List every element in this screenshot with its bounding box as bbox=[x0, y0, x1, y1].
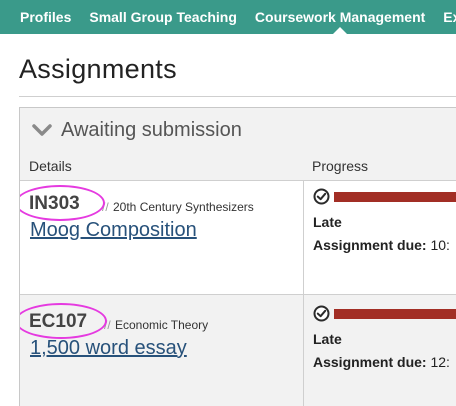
assignment-title-link[interactable]: Moog Composition bbox=[30, 219, 197, 242]
due-date: Assignment due: 10: bbox=[313, 237, 450, 253]
nav-item-exam[interactable]: Exam bbox=[434, 0, 456, 34]
assignment-row: IN303 // 20th Century Synthesizers Moog … bbox=[20, 181, 456, 295]
column-headers: Details Progress bbox=[20, 152, 456, 181]
title-divider bbox=[19, 96, 456, 97]
assignment-details: IN303 // 20th Century Synthesizers Moog … bbox=[20, 181, 303, 294]
due-label: Assignment due: bbox=[313, 237, 427, 253]
panel-title: Awaiting submission bbox=[61, 118, 242, 141]
assignment-progress: Late Assignment due: 12: bbox=[303, 295, 456, 406]
check-circle-icon bbox=[313, 188, 330, 205]
panel-header[interactable]: Awaiting submission bbox=[20, 108, 456, 152]
nav-item-small-group-teaching[interactable]: Small Group Teaching bbox=[80, 0, 246, 34]
progress-bar bbox=[334, 309, 456, 319]
assignment-row: EC107 // Economic Theory 1,500 word essa… bbox=[20, 295, 456, 406]
module-name: 20th Century Synthesizers bbox=[113, 200, 254, 214]
status-text: Late bbox=[313, 331, 342, 347]
assignment-progress: Late Assignment due: 10: bbox=[303, 181, 456, 294]
module-name: Economic Theory bbox=[115, 318, 209, 332]
progress-bar bbox=[334, 192, 456, 202]
nav-item-coursework-management[interactable]: Coursework Management bbox=[246, 0, 434, 34]
column-header-details: Details bbox=[29, 158, 72, 174]
module-code: IN303 bbox=[29, 193, 80, 214]
assignment-title-link[interactable]: 1,500 word essay bbox=[30, 337, 187, 360]
assignment-details: EC107 // Economic Theory 1,500 word essa… bbox=[20, 295, 303, 406]
module-separator: // bbox=[102, 200, 109, 214]
check-circle-icon bbox=[313, 305, 330, 322]
top-nav: Profiles Small Group Teaching Coursework… bbox=[0, 0, 456, 34]
status-text: Late bbox=[313, 214, 342, 230]
page-title: Assignments bbox=[19, 54, 177, 84]
due-date: Assignment due: 12: bbox=[313, 354, 450, 370]
due-value: 12: bbox=[430, 354, 450, 370]
nav-item-profiles[interactable]: Profiles bbox=[0, 0, 80, 34]
due-value: 10: bbox=[430, 237, 450, 253]
column-header-progress: Progress bbox=[312, 158, 369, 174]
chevron-down-icon[interactable] bbox=[31, 119, 53, 141]
awaiting-submission-panel: Awaiting submission Details Progress IN3… bbox=[19, 107, 456, 406]
module-separator: // bbox=[104, 318, 111, 332]
due-label: Assignment due: bbox=[313, 354, 427, 370]
module-code: EC107 bbox=[29, 311, 88, 332]
